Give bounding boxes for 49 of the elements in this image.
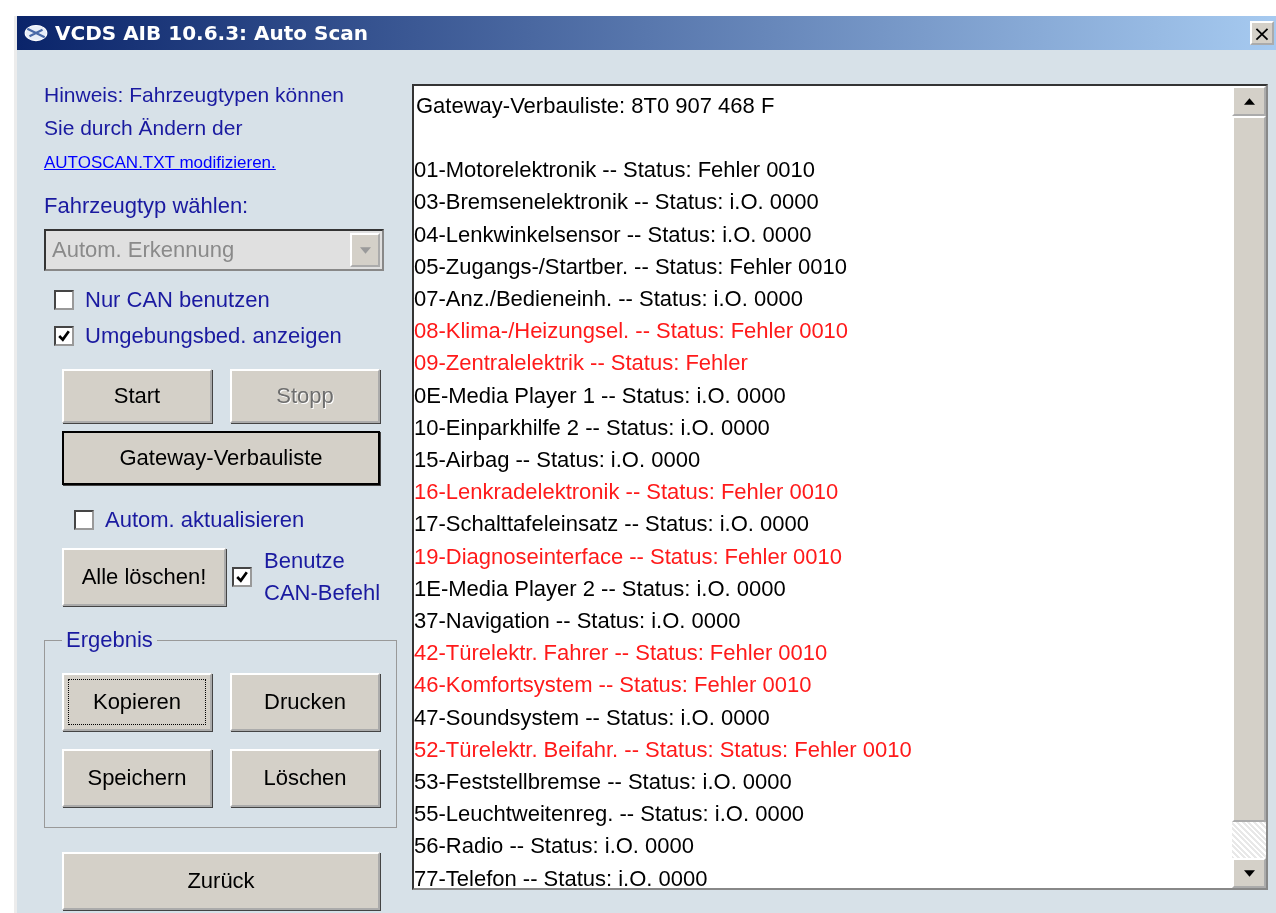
- checkbox-label: Benutze CAN-Befehl: [264, 547, 381, 607]
- result-line: 07-Anz./Bedieneinh. -- Status: i.O. 0000: [414, 285, 804, 313]
- group-title: Ergebnis: [65, 627, 154, 653]
- window-title: VCDS AIB 10.6.3: Auto Scan: [55, 21, 370, 45]
- start-button[interactable]: Start: [62, 369, 212, 423]
- result-line: 53-Feststellbremse -- Status: i.O. 0000: [414, 768, 793, 797]
- cable-icon: [23, 22, 49, 44]
- scroll-up-icon[interactable]: [1232, 86, 1266, 116]
- gateway-button[interactable]: Gateway-Verbauliste: [62, 431, 380, 485]
- autoscan-link[interactable]: AUTOSCAN.TXT modifizieren.: [44, 153, 276, 172]
- result-line: 17-Schalttafeleinsatz -- Status: i.O. 0000: [414, 510, 810, 539]
- result-line: 1E-Media Player 2 -- Status: i.O. 0000: [414, 574, 787, 603]
- back-button[interactable]: Zurück: [62, 852, 380, 910]
- result-line: 0E-Media Player 1 -- Status: i.O. 0000: [414, 381, 787, 410]
- checkbox[interactable]: [54, 326, 74, 346]
- result-line: 37-Navigation -- Status: i.O. 0000: [414, 607, 742, 636]
- result-button[interactable]: Drucken: [230, 673, 380, 731]
- result-line: 56-Radio -- Status: i.O. 0000: [414, 832, 696, 861]
- checkbox[interactable]: [74, 510, 94, 530]
- result-button[interactable]: Speichern: [62, 749, 212, 807]
- result-button[interactable]: Löschen: [230, 749, 380, 807]
- checkbox-label: Autom. aktualisieren: [105, 507, 305, 533]
- checkbox-label: Umgebungsbed. anzeigen: [85, 323, 342, 349]
- result-line: 05-Zugangs-/Startber. -- Status: Fehler 0010: [414, 252, 848, 281]
- checkbox[interactable]: [54, 290, 74, 310]
- result-line: 47-Soundsystem -- Status: i.O. 0000: [414, 703, 771, 732]
- result-line: 46-Komfortsystem -- Status: Fehler 0010: [414, 671, 813, 700]
- result-line: 04-Lenkwinkelsensor -- Status: i.O. 0000: [414, 220, 813, 249]
- scroll-down-icon[interactable]: [1232, 858, 1266, 888]
- result-header: Gateway-Verbauliste: 8T0 907 468 F: [415, 92, 776, 120]
- checkbox[interactable]: [232, 567, 252, 587]
- result-line: 16-Lenkradelektronik -- Status: Fehler 0010: [414, 478, 840, 507]
- result-line: 42-Türelektr. Fahrer -- Status: Fehler 0010: [414, 639, 829, 668]
- result-line: 52-Türelektr. Beifahr. -- Status: Status: Fehler 0010: [414, 735, 913, 764]
- result-line: 03-Bremsenelektronik -- Status: i.O. 0000: [414, 188, 820, 217]
- checkbox-label: Nur CAN benutzen: [85, 287, 270, 313]
- result-line: 15-Airbag -- Status: i.O. 0000: [414, 446, 702, 475]
- close-button[interactable]: ×: [1250, 21, 1274, 45]
- result-line: 08-Klima-/Heizungsel. -- Status: Fehler 0010: [414, 317, 850, 346]
- result-line: 19-Diagnoseinterface -- Status: Fehler 0010: [414, 542, 843, 571]
- result-line: 01-Motorelektronik -- Status: Fehler 0010: [414, 156, 817, 185]
- result-button[interactable]: Kopieren: [62, 673, 212, 731]
- result-line: 09-Zentralelektrik -- Status: Fehler: [414, 349, 749, 378]
- hint-text: Hinweis: Fahrzeugtypen können Sie durch Ändern der AUTOSCAN.TXT modifizieren.: [44, 82, 345, 174]
- result-line: 10-Einparkhilfe 2 -- Status: i.O. 0000: [414, 413, 771, 442]
- clear-all-button[interactable]: Alle löschen!: [62, 548, 226, 606]
- result-line: 77-Telefon -- Status: i.O. 0000: [414, 864, 709, 888]
- result-line: 55-Leuchtweitenreg. -- Status: i.O. 0000: [414, 800, 806, 829]
- vehicle-type-label: Fahrzeugtyp wählen:: [44, 193, 250, 219]
